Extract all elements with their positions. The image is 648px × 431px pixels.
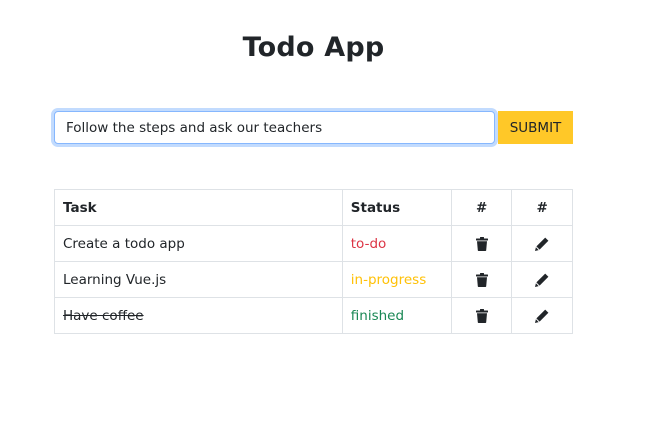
header-task: Task: [54, 189, 343, 226]
pencil-icon[interactable]: [532, 306, 552, 326]
delete-cell: [450, 225, 513, 262]
edit-cell: [511, 225, 573, 262]
delete-cell: [450, 297, 513, 334]
page-title: Todo App: [242, 32, 385, 63]
header-edit: #: [511, 189, 573, 226]
task-name: Learning Vue.js: [54, 261, 343, 298]
table-header-row: Task Status # #: [54, 189, 573, 226]
header-status: Status: [341, 189, 452, 226]
edit-cell: [511, 261, 573, 298]
table-row: Have coffee finished: [54, 297, 573, 334]
submit-button[interactable]: SUBMIT: [498, 111, 573, 144]
table-row: Create a todo app to-do: [54, 225, 573, 262]
task-status[interactable]: finished: [341, 297, 452, 334]
delete-cell: [450, 261, 513, 298]
task-status[interactable]: to-do: [341, 225, 452, 262]
header-delete: #: [450, 189, 513, 226]
trash-icon[interactable]: [472, 270, 492, 290]
add-task-form: SUBMIT: [54, 111, 573, 144]
trash-icon[interactable]: [472, 306, 492, 326]
edit-cell: [511, 297, 573, 334]
task-table: Task Status # # Create a todo app to-do: [54, 189, 573, 334]
task-input[interactable]: [54, 111, 495, 144]
task-status[interactable]: in-progress: [341, 261, 452, 298]
table-row: Learning Vue.js in-progress: [54, 261, 573, 298]
trash-icon[interactable]: [472, 234, 492, 254]
task-name: Have coffee: [54, 297, 343, 334]
pencil-icon[interactable]: [532, 234, 552, 254]
todo-app: Todo App SUBMIT Task Status # # Create a…: [0, 0, 648, 431]
task-name: Create a todo app: [54, 225, 343, 262]
pencil-icon[interactable]: [532, 270, 552, 290]
